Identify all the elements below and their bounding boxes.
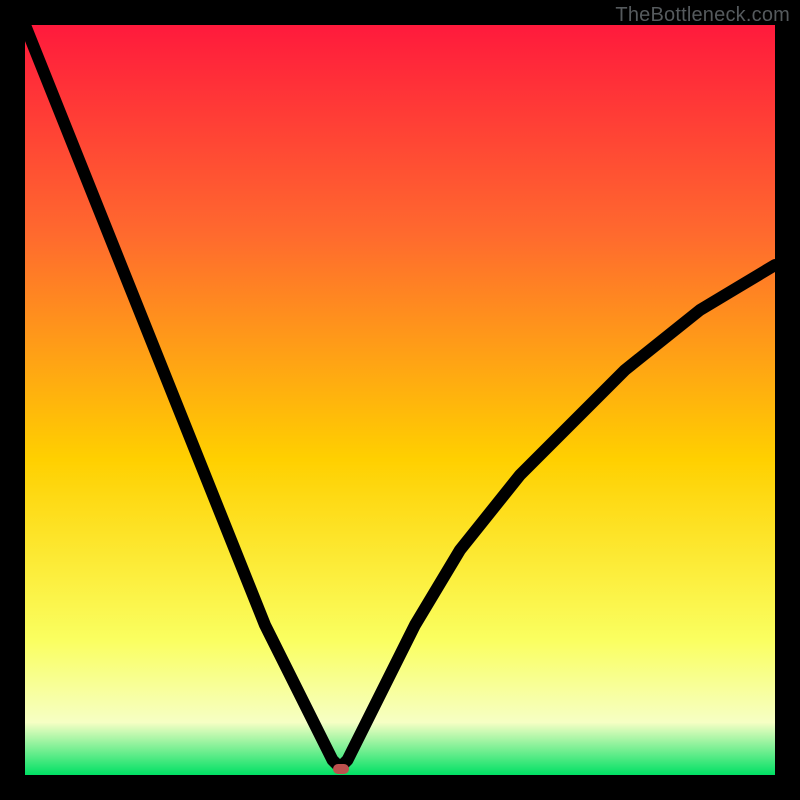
curve-layer [25,25,775,775]
bottleneck-curve [25,25,775,768]
minimum-marker [333,764,349,774]
chart-frame: TheBottleneck.com [0,0,800,800]
watermark-text: TheBottleneck.com [615,4,790,27]
plot-area [24,24,776,776]
